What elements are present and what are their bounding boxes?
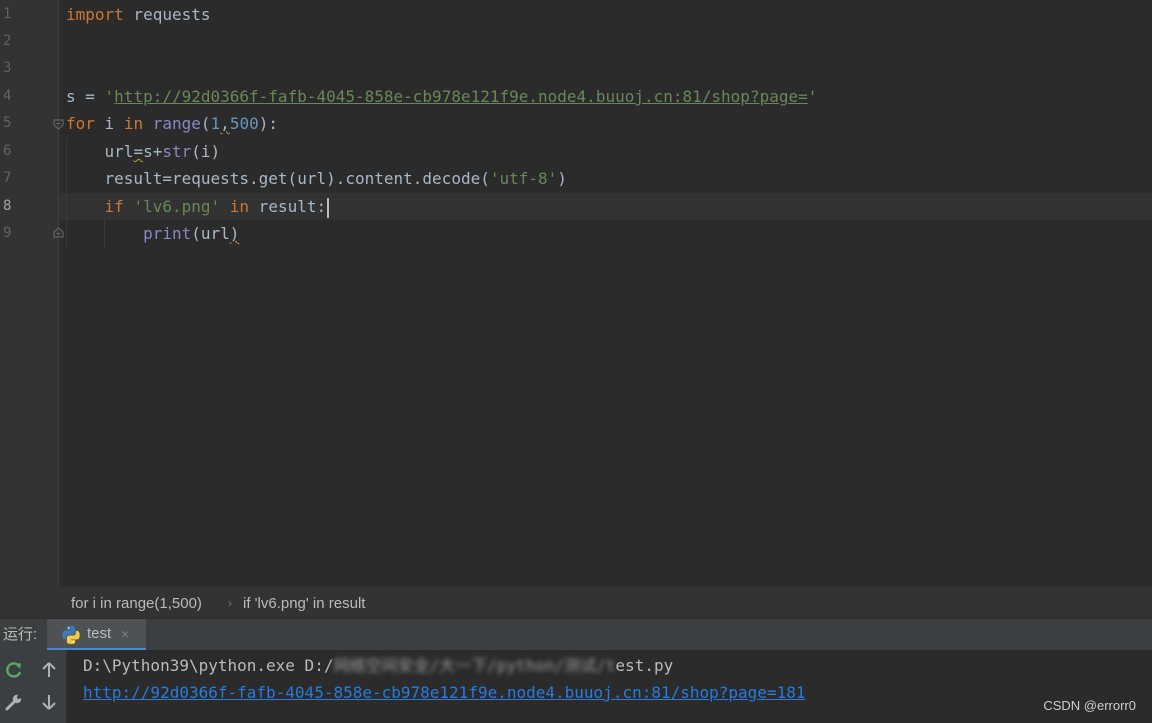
- wrench-icon: [5, 694, 22, 711]
- line-number: 9: [3, 225, 12, 241]
- code-line-9[interactable]: print(url): [66, 220, 239, 247]
- arrow-up-icon: [42, 662, 56, 677]
- builtin: print: [143, 224, 192, 243]
- string-quote: ': [807, 87, 818, 106]
- code-text: ):: [258, 114, 278, 133]
- watermark: CSDN @errorr0: [1043, 698, 1136, 713]
- breadcrumb: for i in range(1,500) › if 'lv6.png' in …: [0, 587, 1152, 618]
- keyword: in: [229, 197, 250, 216]
- builtin: str: [162, 142, 192, 161]
- string: 'lv6.png': [133, 197, 221, 216]
- line-number: 3: [3, 60, 12, 76]
- code-text: (url: [191, 224, 230, 243]
- string-url: http://92d0366f-fafb-4045-858e-cb978e121…: [114, 87, 808, 106]
- rerun-button[interactable]: [2, 658, 26, 682]
- console-output-line: http://92d0366f-fafb-4045-858e-cb978e121…: [83, 679, 805, 706]
- run-console: D:\Python39\python.exe D:/网络空间安全/大一下/pyt…: [0, 650, 1152, 723]
- code-text: (: [200, 114, 211, 133]
- keyword: for: [66, 114, 95, 133]
- console-text: est.py: [615, 656, 674, 675]
- code-line-6[interactable]: url=s+str(i): [66, 138, 221, 165]
- line-number-current: 8: [3, 198, 12, 214]
- builtin: range: [152, 114, 201, 133]
- rerun-icon: [6, 662, 22, 678]
- code-text: (i): [191, 142, 221, 161]
- line-number: 7: [3, 170, 12, 186]
- line-number: 2: [3, 33, 12, 49]
- number: 500: [229, 114, 259, 133]
- code-text: result=requests.get(url).content.decode(: [66, 169, 490, 188]
- breadcrumb-separator: ›: [228, 596, 232, 610]
- console-text-redacted: 网络空间安全/大一下/python/测试/t: [333, 656, 616, 675]
- code-line-7[interactable]: result=requests.get(url).content.decode(…: [66, 165, 567, 192]
- text-caret: [327, 197, 330, 218]
- line-number: 1: [3, 6, 12, 22]
- code-line-8[interactable]: if 'lv6.png' in result:: [66, 193, 330, 220]
- code-text: requests: [123, 5, 211, 24]
- code-text: ,: [220, 114, 230, 133]
- code-text: ): [229, 224, 240, 243]
- run-toolbar: [0, 650, 67, 723]
- settings-button[interactable]: [2, 690, 26, 714]
- code-text: s+: [143, 142, 163, 161]
- code-text: url: [66, 142, 134, 161]
- code-editor[interactable]: 1 2 3 4 5 6 7 8 9 import requests s = 'h…: [0, 0, 1152, 587]
- code-text: ): [557, 169, 567, 188]
- keyword: in: [123, 114, 144, 133]
- python-icon: [62, 626, 80, 644]
- run-tab-label: test: [87, 625, 112, 642]
- console-text: D:\Python39\python.exe D:/: [83, 656, 334, 675]
- string-quote: ': [104, 87, 115, 106]
- code-line-4[interactable]: s = 'http://92d0366f-fafb-4045-858e-cb97…: [66, 83, 817, 110]
- scroll-down-button[interactable]: [37, 690, 61, 714]
- keyword: import: [66, 5, 124, 24]
- run-tool-window-header: 运行: test ×: [0, 618, 1152, 651]
- code-text: i: [94, 114, 124, 133]
- keyword: if: [66, 197, 124, 216]
- string: 'utf-8': [489, 169, 558, 188]
- scroll-up-button[interactable]: [37, 658, 61, 682]
- number: 1: [210, 114, 221, 133]
- run-tab-test[interactable]: test ×: [47, 619, 146, 651]
- code-line-5[interactable]: for i in range(1,500):: [66, 110, 278, 137]
- run-label: 运行:: [3, 626, 38, 643]
- code-text: =: [133, 142, 144, 161]
- console-url-link[interactable]: http://92d0366f-fafb-4045-858e-cb978e121…: [83, 683, 805, 702]
- line-number: 5: [3, 115, 12, 131]
- code-line-1[interactable]: import requests: [66, 1, 211, 28]
- fold-end-icon[interactable]: [53, 227, 64, 238]
- arrow-down-icon: [42, 695, 56, 710]
- line-number: 6: [3, 143, 12, 159]
- line-number-gutter: 1 2 3 4 5 6 7 8 9: [0, 0, 59, 587]
- fold-open-icon[interactable]: [53, 119, 64, 130]
- line-number: 4: [3, 88, 12, 104]
- code-text: s =: [66, 87, 105, 106]
- breadcrumb-item-if[interactable]: if 'lv6.png' in result: [243, 588, 365, 619]
- breadcrumb-item-for[interactable]: for i in range(1,500): [71, 588, 202, 619]
- console-command-line: D:\Python39\python.exe D:/网络空间安全/大一下/pyt…: [83, 652, 673, 679]
- code-text: result:: [249, 197, 327, 216]
- close-icon[interactable]: ×: [121, 619, 129, 649]
